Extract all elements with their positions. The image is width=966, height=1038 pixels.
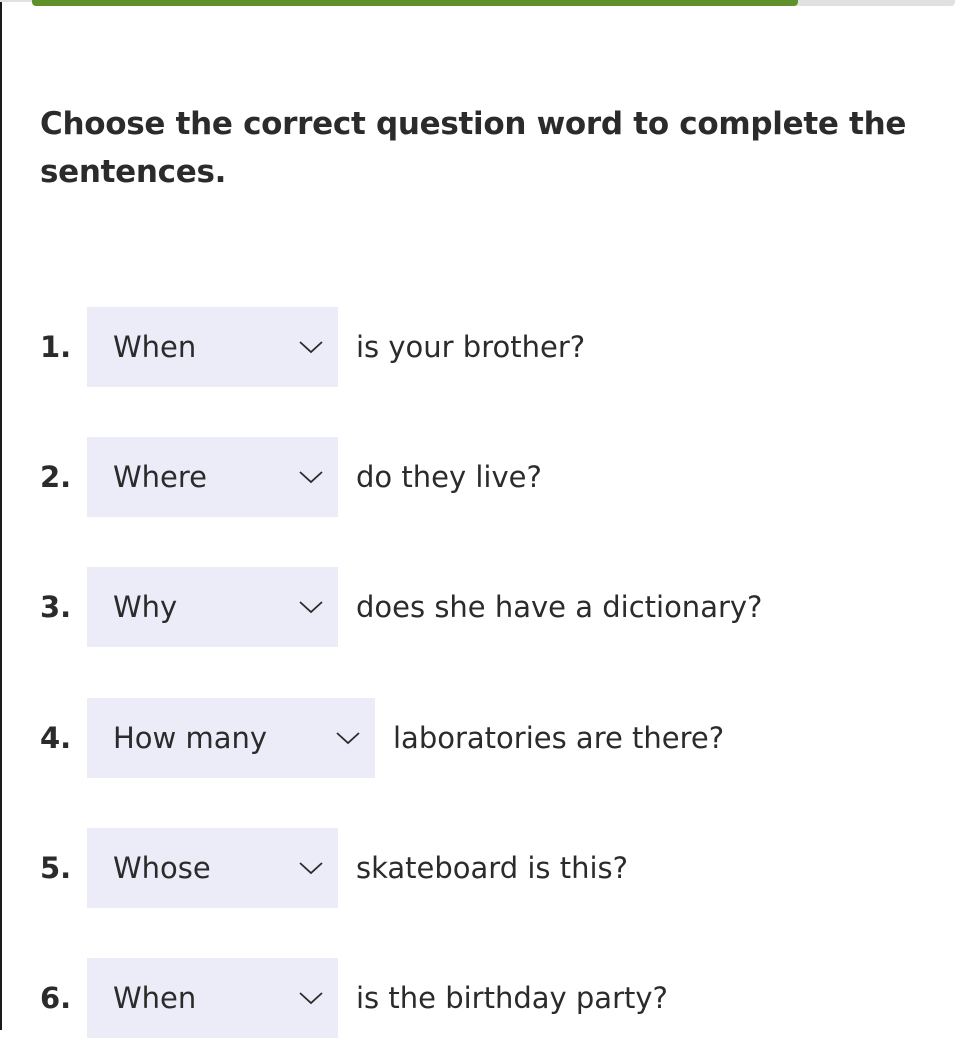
instructions-heading: Choose the correct question word to comp… [40, 106, 907, 190]
question-row: 4. How many laboratories are there? [40, 698, 724, 778]
answer-dropdown[interactable]: Why [87, 567, 338, 647]
question-text: laboratories are there? [393, 721, 725, 755]
chevron-down-icon [336, 732, 360, 745]
window-left-border [0, 0, 2, 1030]
progress-bar [32, 0, 955, 6]
question-number: 1. [40, 330, 72, 364]
dropdown-selected-value: Why [113, 590, 178, 624]
dropdown-selected-value: Whose [113, 851, 211, 885]
question-row: 3. Why does she have a dictionary? [40, 567, 762, 647]
question-number: 2. [40, 460, 72, 494]
answer-dropdown[interactable]: When [87, 307, 338, 387]
dropdown-selected-value: Where [113, 460, 208, 494]
top-divider [0, 0, 32, 2]
dropdown-selected-value: When [113, 330, 197, 364]
question-number: 5. [40, 851, 72, 885]
question-text: is the birthday party? [356, 981, 668, 1015]
chevron-down-icon [299, 862, 323, 875]
question-text: skateboard is this? [356, 851, 629, 885]
answer-dropdown[interactable]: Whose [87, 828, 338, 908]
question-row: 5. Whose skateboard is this? [40, 828, 628, 908]
answer-dropdown[interactable]: How many [87, 698, 375, 778]
question-text: is your brother? [356, 330, 586, 364]
chevron-down-icon [299, 341, 323, 354]
chevron-down-icon [299, 992, 323, 1005]
question-number: 6. [40, 981, 72, 1015]
chevron-down-icon [299, 471, 323, 484]
question-row: 1. When is your brother? [40, 307, 585, 387]
question-text: does she have a dictionary? [356, 590, 763, 624]
question-row: 2. Where do they live? [40, 437, 542, 517]
chevron-down-icon [299, 601, 323, 614]
question-row: 6. When is the birthday party? [40, 958, 668, 1038]
answer-dropdown[interactable]: Where [87, 437, 338, 517]
question-number: 4. [40, 721, 72, 755]
progress-bar-fill [32, 0, 799, 6]
answer-dropdown[interactable]: When [87, 958, 338, 1038]
question-number: 3. [40, 590, 72, 624]
question-text: do they live? [356, 460, 542, 494]
dropdown-selected-value: How many [113, 721, 268, 755]
dropdown-selected-value: When [113, 981, 197, 1015]
